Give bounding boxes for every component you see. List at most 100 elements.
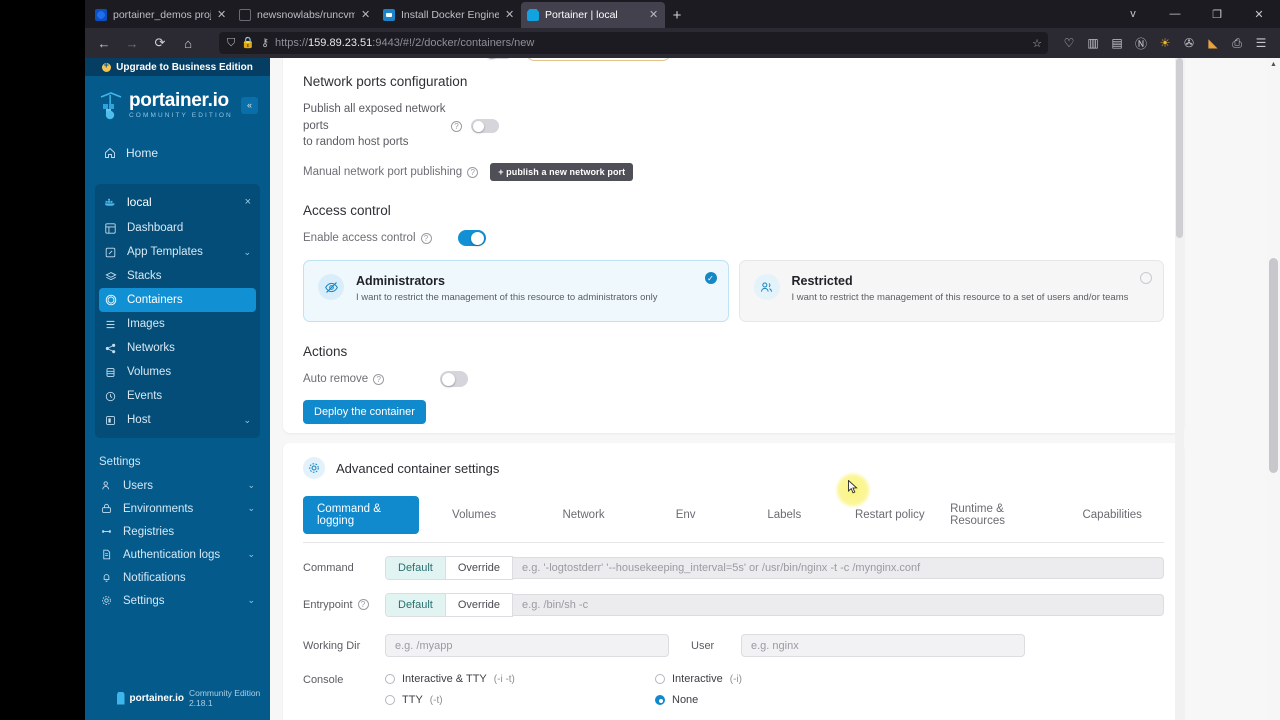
close-icon[interactable]: × <box>245 196 251 208</box>
upgrade-banner[interactable]: Upgrade to Business Edition <box>85 58 270 76</box>
chevron-down-icon[interactable]: ⌄ <box>243 247 251 258</box>
sidebar-item-users[interactable]: Users ⌄ <box>91 474 264 497</box>
inner-scrollbar[interactable] <box>1175 58 1184 720</box>
sidebar-item-volumes[interactable]: Volumes <box>95 360 260 384</box>
tab-runtime-and-resources[interactable]: Runtime & Resources <box>944 503 1060 527</box>
radio-icon[interactable] <box>655 674 665 684</box>
deploy-the-container-button[interactable]: Deploy the container <box>303 400 426 425</box>
entrypoint-override-button[interactable]: Override <box>444 594 513 616</box>
scroll-up-icon[interactable]: ▲ <box>1267 58 1280 71</box>
reload-button[interactable]: ⟳ <box>147 31 173 55</box>
sidebar-item-registries[interactable]: Registries <box>91 520 264 543</box>
maximize-button[interactable]: ❐ <box>1196 0 1238 28</box>
console-option-tty[interactable]: TTY (-t) <box>385 694 655 706</box>
access-option-restricted[interactable]: Restricted I want to restrict the manage… <box>738 260 1164 323</box>
tab-env[interactable]: Env <box>670 509 702 521</box>
browser-tab-4-active[interactable]: Portainer | local ✕ <box>521 2 665 28</box>
command-override-button[interactable]: Override <box>444 557 513 579</box>
console-option-interactive[interactable]: Interactive (-i) <box>655 673 895 685</box>
user-input[interactable]: e.g. nginx <box>741 634 1025 657</box>
shield-icon[interactable]: ♡ <box>1058 31 1080 55</box>
sidebar-item-stacks[interactable]: Stacks <box>95 264 260 288</box>
close-icon[interactable]: ✕ <box>649 9 659 21</box>
sidebar-item-networks[interactable]: Networks <box>95 336 260 360</box>
back-button[interactable]: ← <box>91 31 117 55</box>
library-icon[interactable]: ▥ <box>1082 31 1104 55</box>
sidebar-item-notifications[interactable]: Notifications <box>91 566 264 589</box>
collapse-sidebar-button[interactable]: « <box>241 96 258 114</box>
help-icon[interactable]: ? <box>451 120 462 132</box>
sidebar-item-images[interactable]: Images <box>95 312 260 336</box>
list-all-tabs-icon[interactable]: v <box>1112 0 1154 28</box>
menu-icon[interactable]: ☰ <box>1250 31 1272 55</box>
auto-remove-toggle[interactable] <box>440 371 469 388</box>
chevron-down-icon[interactable]: ⌄ <box>247 595 255 606</box>
browser-tab-3[interactable]: Install Docker Engine on Ubunt ✕ <box>377 2 521 28</box>
help-icon[interactable]: ? <box>357 599 369 610</box>
sidebar-icon[interactable]: ▤ <box>1106 31 1128 55</box>
access-option-administrators[interactable]: Administrators I want to restrict the ma… <box>303 260 729 323</box>
chevron-down-icon[interactable]: ⌄ <box>247 503 255 514</box>
bell-icon <box>100 571 113 584</box>
console-option-none[interactable]: None <box>655 694 895 706</box>
help-icon[interactable]: ? <box>373 373 385 385</box>
tab-labels[interactable]: Labels <box>761 509 807 521</box>
sidebar-item-events[interactable]: Events <box>95 384 260 408</box>
browser-tab-1[interactable]: portainer_demos project - Digit ✕ <box>89 2 233 28</box>
sidebar-item-settings[interactable]: Settings ⌄ <box>91 589 264 612</box>
webhook-toggle[interactable] <box>484 58 513 59</box>
pocket-icon[interactable]: ◣ <box>1202 31 1224 55</box>
enable-access-control-toggle[interactable] <box>457 230 486 247</box>
radio-icon[interactable] <box>385 674 395 684</box>
new-tab-button[interactable]: + <box>665 2 689 28</box>
working-dir-input[interactable]: e.g. /myapp <box>385 634 669 657</box>
sidebar-item-dashboard[interactable]: Dashboard <box>95 216 260 240</box>
browser-tab-2[interactable]: newsnowlabs/runcvm: RunCVM ✕ <box>233 2 377 28</box>
sidebar-item-authentication-logs[interactable]: Authentication logs ⌄ <box>91 543 264 566</box>
sidebar-item-home[interactable]: Home <box>85 138 270 168</box>
radio-selected-icon[interactable] <box>655 695 665 705</box>
radio-icon[interactable] <box>385 695 395 705</box>
close-icon[interactable]: ✕ <box>505 9 515 21</box>
bookmark-star-icon[interactable]: ☆ <box>1032 37 1042 50</box>
sidebar-item-containers[interactable]: Containers <box>99 288 256 312</box>
tab-volumes[interactable]: Volumes <box>446 509 502 521</box>
help-icon[interactable]: ? <box>420 232 432 244</box>
home-button[interactable]: ⌂ <box>175 31 201 55</box>
sidebar-item-host[interactable]: Host ⌄ <box>95 408 260 432</box>
address-bar[interactable]: ⛉ 🔒 ⚷ https://159.89.23.51:9443/#!/2/doc… <box>219 32 1048 54</box>
entrypoint-input[interactable]: e.g. /bin/sh -c <box>513 594 1164 616</box>
command-default-button[interactable]: Default <box>386 557 445 579</box>
publish-new-network-port-button[interactable]: + publish a new network port <box>490 163 634 182</box>
account-icon[interactable]: Ⓝ <box>1130 31 1152 55</box>
help-icon[interactable]: ? <box>467 166 479 178</box>
chevron-down-icon[interactable]: ⌄ <box>247 549 255 560</box>
sidebar-item-environments[interactable]: Environments ⌄ <box>91 497 264 520</box>
close-icon[interactable]: ✕ <box>361 9 371 21</box>
minimize-button[interactable]: — <box>1154 0 1196 28</box>
close-window-button[interactable]: ✕ <box>1238 0 1280 28</box>
tab-command-and-logging[interactable]: Command & logging <box>303 496 420 534</box>
tab-network[interactable]: Network <box>556 509 610 521</box>
theme-sun-icon[interactable]: ☀ <box>1154 31 1176 55</box>
tab-capabilities[interactable]: Capabilities <box>1076 509 1147 521</box>
business-edition-badge[interactable]: Business Edition Feature <box>525 58 672 61</box>
environment-header[interactable]: local × <box>95 188 260 216</box>
save-to-pocket-icon[interactable]: ⎙ <box>1226 31 1248 55</box>
chevron-down-icon[interactable]: ⌄ <box>247 480 255 491</box>
command-input[interactable]: e.g. '-logtostderr' '--housekeeping_inte… <box>513 557 1164 579</box>
page-scrollbar[interactable]: ▲ <box>1267 58 1280 720</box>
close-icon[interactable]: ✕ <box>217 9 227 21</box>
sidebar-item-app-templates[interactable]: App Templates ⌄ <box>95 240 260 264</box>
page-scrollbar-thumb[interactable] <box>1269 258 1278 473</box>
radio-unselected-icon[interactable] <box>1140 272 1152 285</box>
inner-scrollbar-thumb[interactable] <box>1176 58 1183 238</box>
publish-all-ports-toggle[interactable] <box>471 119 499 133</box>
entrypoint-default-button[interactable]: Default <box>386 594 445 616</box>
console-option-interactive-tty[interactable]: Interactive & TTY (-i -t) <box>385 673 655 685</box>
chevron-down-icon[interactable]: ⌄ <box>243 415 251 426</box>
extension-icon[interactable]: ✇ <box>1178 31 1200 55</box>
tab-restart-policy[interactable]: Restart policy <box>849 509 931 521</box>
tab-label: portainer_demos project - Digit <box>113 9 211 21</box>
forward-button[interactable]: → <box>119 31 145 55</box>
